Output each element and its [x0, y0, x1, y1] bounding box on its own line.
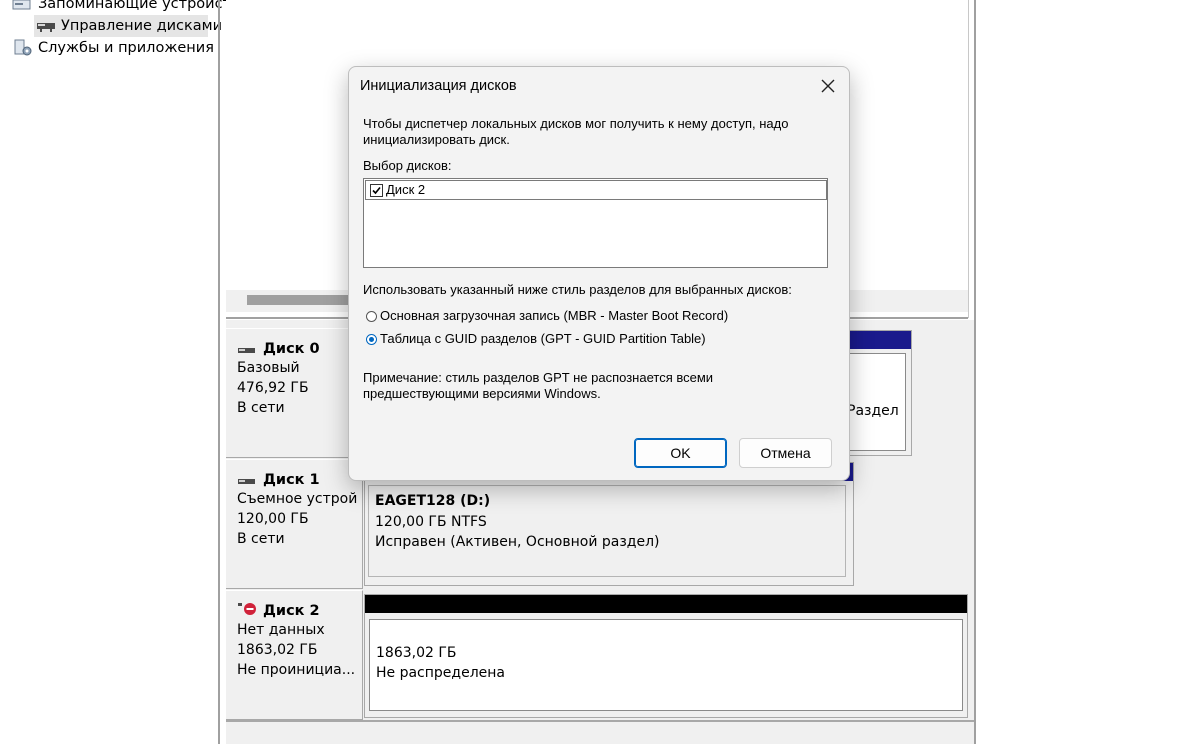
disk-list-item[interactable]: Диск 2 [365, 180, 827, 200]
partition-body[interactable]: EAGET128 (D:) 120,00 ГБ NTFS Исправен (А… [368, 485, 846, 577]
disk-1-label[interactable]: Диск 1 Съемное устрой 120,00 ГБ В сети [226, 459, 363, 589]
dialog-intro-line1: Чтобы диспетчер локальных дисков мог пол… [363, 116, 789, 131]
disk-list-item-label: Диск 2 [386, 182, 426, 197]
partition-style-label: Использовать указанный ниже стиль раздел… [363, 282, 792, 297]
tree-item-disk-management[interactable]: Управление дисками [34, 15, 222, 37]
disk-size: 120,00 ГБ [237, 511, 309, 527]
services-icon [14, 39, 32, 56]
partition-health: Исправен (Активен, Основной раздел) [375, 534, 660, 550]
disk-2-label[interactable]: Диск 2 Нет данных 1863,02 ГБ Не проиници… [226, 590, 363, 720]
uninitialized-disk-icon [238, 601, 258, 615]
note-line1: Примечание: стиль разделов GPT не распоз… [363, 370, 714, 385]
disk-0-label[interactable]: Диск 0 Базовый 476,92 ГБ В сети [226, 328, 363, 458]
storage-icon [12, 0, 31, 12]
disk-size: 1863,02 ГБ [237, 642, 318, 658]
disk-type: Нет данных [237, 622, 325, 638]
partition-fragment-label: Раздел [847, 403, 899, 419]
disk-checkbox[interactable] [370, 184, 383, 197]
tree-item-disk-management-label: Управление дисками [61, 18, 223, 34]
initialize-disk-dialog: Инициализация дисков Чтобы диспетчер лок… [348, 66, 850, 481]
disk-status: В сети [237, 531, 285, 547]
disk-status: В сети [237, 400, 285, 416]
volume-list-border [968, 0, 969, 318]
disk-management-icon [36, 18, 55, 34]
scrollbar-thumb[interactable] [247, 295, 357, 305]
right-pane-border [974, 0, 976, 744]
tree-item-services-label: Службы и приложения [38, 40, 214, 56]
cancel-button[interactable]: Отмена [739, 438, 832, 468]
disk-title: Диск 1 [263, 472, 320, 488]
disk-icon [238, 343, 256, 353]
left-pane-divider[interactable] [218, 0, 220, 744]
ok-button[interactable]: OK [634, 438, 727, 468]
disk-icon [238, 474, 256, 484]
select-disks-label: Выбор дисков: [363, 158, 452, 173]
disk-size: 476,92 ГБ [237, 380, 309, 396]
mbr-radio-label[interactable]: Основная загрузочная запись (MBR - Maste… [380, 308, 728, 323]
gpt-radio[interactable] [366, 334, 377, 345]
partition-body[interactable]: 1863,02 ГБ Не распределена [369, 619, 963, 711]
unallocated-size: 1863,02 ГБ [376, 645, 457, 661]
disk-title: Диск 2 [263, 603, 320, 619]
disk-title: Диск 0 [263, 341, 320, 357]
dialog-intro-line2: инициализировать диск. [363, 132, 510, 147]
disk-status: Не проинициа... [237, 662, 356, 678]
mbr-radio[interactable] [366, 311, 377, 322]
disk-type: Съемное устрой [237, 491, 358, 507]
partition-size-fs: 120,00 ГБ NTFS [375, 514, 487, 530]
close-icon[interactable] [817, 75, 839, 97]
unallocated-bar [365, 595, 967, 613]
status-divider [226, 720, 974, 722]
disk-listbox[interactable]: Диск 2 [363, 178, 828, 268]
gpt-radio-label[interactable]: Таблица с GUID разделов (GPT - GUID Part… [380, 331, 706, 346]
disk-type: Базовый [237, 360, 300, 376]
tree-item-storage-label: Запоминающие устройств [38, 0, 240, 12]
disk-2-partition[interactable]: 1863,02 ГБ Не распределена [364, 594, 968, 718]
unallocated-state: Не распределена [376, 665, 505, 681]
note-line2: предшествующими версиями Windows. [363, 386, 601, 401]
dialog-title: Инициализация дисков [360, 78, 517, 94]
partition-name: EAGET128 (D:) [375, 493, 491, 509]
